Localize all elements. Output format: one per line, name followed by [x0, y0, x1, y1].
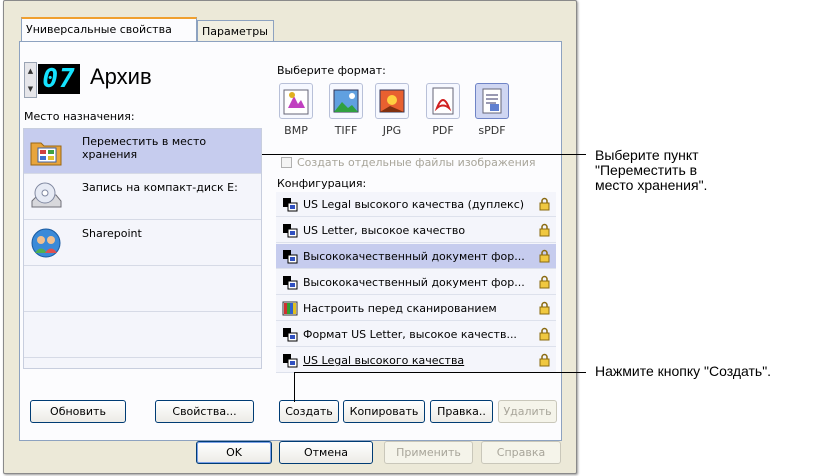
bmp-icon	[283, 89, 309, 115]
create-button[interactable]: Создать	[279, 400, 339, 423]
scan-config-icon	[283, 276, 298, 290]
cd-drive-icon	[31, 182, 62, 208]
format-label: Выберите формат:	[277, 64, 386, 77]
list-item-label: Запись на компакт-диск E:	[82, 181, 238, 194]
list-item-label: Формат US Letter, высокое качеств...	[303, 328, 517, 341]
callout-select-item: Выберите пункт "Переместить в место хран…	[595, 148, 707, 193]
refresh-button[interactable]: Обновить	[30, 400, 126, 423]
lock-icon	[539, 301, 550, 315]
tab-parameters[interactable]: Параметры	[197, 20, 274, 42]
scan-config-icon	[283, 328, 298, 342]
list-item[interactable]: Настроить перед сканированием	[276, 296, 556, 321]
lock-icon	[539, 353, 550, 367]
format-label-spdf: sPDF	[478, 124, 506, 137]
spin-up-icon[interactable]: ▲	[25, 63, 36, 80]
copy-button[interactable]: Копировать	[343, 400, 425, 423]
empty-row	[24, 267, 261, 312]
apply-button[interactable]: Применить	[384, 441, 473, 464]
configure-before-scan-icon	[282, 301, 298, 316]
format-pdf[interactable]	[426, 83, 460, 119]
help-button[interactable]: Справка	[481, 441, 561, 464]
empty-row	[24, 313, 261, 358]
list-item-label: US Letter, высокое качество	[303, 224, 466, 237]
format-label-jpg: JPG	[382, 124, 402, 137]
spdf-icon	[482, 88, 502, 114]
separate-files-checkbox[interactable]	[281, 157, 292, 168]
destination-list: Переместить в место хранения Запись на к…	[23, 128, 262, 369]
lock-icon	[539, 275, 550, 289]
list-item-label: US Legal высокого качества	[303, 354, 465, 367]
configuration-list: US Legal высокого качества (дуплекс) US …	[276, 192, 556, 373]
callout-press-create: Нажмите кнопку "Создать".	[595, 363, 772, 379]
lock-icon	[539, 197, 550, 211]
callout-pointer-create	[294, 372, 295, 402]
destination-label: Место назначения:	[24, 110, 135, 123]
list-item-label: Переместить в место хранения	[82, 135, 207, 161]
callout-line-text: Выберите пункт	[595, 147, 699, 163]
scan-config-icon	[283, 198, 298, 212]
tiff-icon	[333, 89, 359, 113]
scan-config-icon	[283, 224, 298, 238]
list-item-label: Sharepoint	[82, 227, 142, 240]
format-label-pdf: PDF	[432, 124, 454, 137]
properties-button[interactable]: Свойства...	[155, 400, 254, 423]
list-item[interactable]: US Legal высокого качества	[276, 348, 556, 373]
tab-universal-properties[interactable]: Универсальные свойства	[21, 17, 197, 42]
jpg-icon	[379, 89, 405, 113]
list-item-label: US Legal высокого качества (дуплекс)	[303, 198, 525, 211]
spin-down-icon[interactable]: ▼	[25, 81, 36, 98]
callout-line-text: "Переместить в	[595, 162, 698, 178]
lock-icon	[539, 327, 550, 341]
lock-icon	[539, 223, 550, 237]
callout-line-create	[294, 372, 586, 373]
format-jpg[interactable]	[375, 83, 409, 119]
cancel-button[interactable]: Отмена	[279, 441, 373, 464]
list-item[interactable]: Запись на компакт-диск E:	[24, 175, 261, 220]
counter-spinner[interactable]: ▲ ▼	[24, 62, 37, 98]
list-item-label: Настроить перед сканированием	[303, 302, 497, 315]
delete-button[interactable]: Удалить	[498, 400, 557, 423]
edit-button[interactable]: Правка..	[430, 400, 493, 423]
list-item[interactable]: US Legal высокого качества (дуплекс)	[276, 192, 556, 217]
sharepoint-icon	[31, 228, 61, 258]
format-label-tiff: TIFF	[334, 124, 358, 137]
scan-config-icon	[283, 354, 298, 368]
list-item[interactable]: Sharepoint	[24, 221, 261, 266]
list-item[interactable]: Высококачественный документ фор...	[276, 270, 556, 295]
lock-icon	[539, 249, 550, 263]
list-item[interactable]: US Letter, высокое качество	[276, 218, 556, 243]
format-bmp[interactable]	[279, 83, 313, 119]
list-item[interactable]: Переместить в место хранения	[24, 129, 261, 174]
scan-config-icon	[283, 250, 298, 264]
list-item[interactable]: Формат US Letter, высокое качеств...	[276, 322, 556, 347]
tab-label: Универсальные свойства	[26, 23, 172, 36]
ok-button[interactable]: OK	[196, 441, 272, 464]
tab-label: Параметры	[202, 25, 268, 38]
pdf-icon	[432, 87, 454, 115]
separate-files-label: Создать отдельные файлы изображения	[297, 156, 536, 169]
profile-title: Архив	[90, 64, 152, 89]
configuration-label: Конфигурация:	[277, 177, 367, 190]
format-spdf[interactable]	[475, 83, 509, 119]
list-item-label: Высококачественный документ фор...	[303, 250, 525, 263]
list-item-label: Высококачественный документ фор...	[303, 276, 525, 289]
button-number-display: 07	[38, 64, 80, 94]
format-tiff[interactable]	[329, 83, 363, 119]
callout-line-text: место хранения".	[595, 177, 708, 193]
format-label-bmp: BMP	[284, 124, 308, 137]
callout-line-destination	[262, 154, 586, 155]
list-item[interactable]: Высококачественный документ фор...	[276, 244, 556, 269]
storage-folder-icon	[30, 142, 62, 166]
